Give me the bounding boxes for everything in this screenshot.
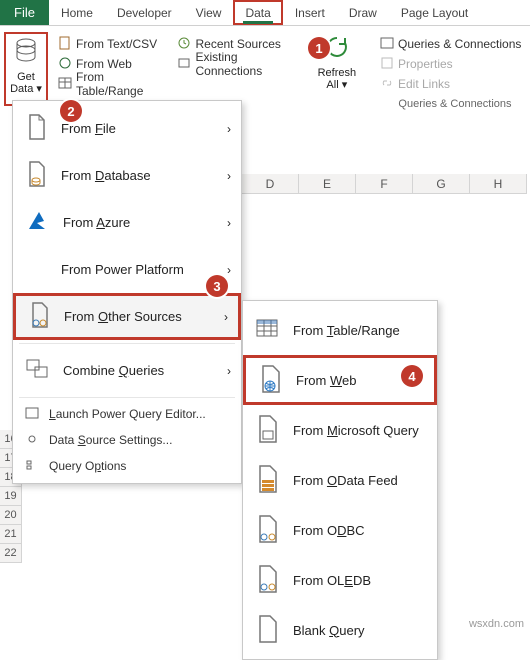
- recent-icon: [177, 36, 191, 53]
- tab-developer[interactable]: Developer: [105, 0, 184, 25]
- qc-group-caption: Queries & Connections: [380, 98, 530, 110]
- tab-view[interactable]: View: [184, 0, 234, 25]
- queries-icon: [380, 36, 394, 53]
- chevron-right-icon: ›: [227, 364, 231, 378]
- azure-icon: [25, 209, 51, 236]
- from-table-range-cmd[interactable]: From Table/Range: [58, 74, 167, 94]
- column-headers: D E F G H: [242, 174, 530, 194]
- chevron-right-icon: ›: [227, 169, 231, 183]
- step-badge-4: 4: [401, 365, 423, 387]
- properties-icon: [380, 56, 394, 73]
- submenu-oledb[interactable]: From OLEDB: [243, 555, 437, 605]
- row-header[interactable]: 22: [0, 544, 22, 563]
- step-badge-3: 3: [206, 275, 228, 297]
- col-header[interactable]: D: [242, 174, 299, 194]
- submenu-odbc[interactable]: From ODBC: [243, 505, 437, 555]
- database-icon: [14, 38, 38, 67]
- col-header[interactable]: F: [356, 174, 413, 194]
- chevron-down-icon: ▾: [36, 83, 42, 95]
- menu-from-database[interactable]: From Database ›: [13, 152, 241, 199]
- file-icon: [25, 113, 49, 144]
- chevron-right-icon: ›: [227, 263, 231, 277]
- menu-combine-queries[interactable]: Combine Queries ›: [13, 347, 241, 394]
- odata-icon: [255, 464, 281, 497]
- tab-home[interactable]: Home: [49, 0, 105, 25]
- chevron-down-icon: ▾: [342, 79, 348, 91]
- submenu-table-range[interactable]: From Table/Range: [243, 305, 437, 355]
- odbc-icon: [255, 514, 281, 547]
- blank-icon: [255, 614, 281, 647]
- edit-links-cmd: Edit Links: [380, 74, 530, 94]
- links-icon: [380, 76, 394, 93]
- row-header[interactable]: 21: [0, 525, 22, 544]
- menu-launch-pq-editor[interactable]: Launch Power Query Editor...: [13, 401, 241, 427]
- chevron-right-icon: ›: [224, 310, 228, 324]
- menu-from-file[interactable]: From File ›: [13, 105, 241, 152]
- connections-icon: [177, 56, 191, 73]
- tab-insert[interactable]: Insert: [283, 0, 337, 25]
- file-icon: [58, 36, 72, 53]
- tab-draw[interactable]: Draw: [337, 0, 389, 25]
- chevron-right-icon: ›: [227, 216, 231, 230]
- step-badge-1: 1: [308, 37, 330, 59]
- options-icon: [25, 458, 39, 475]
- row-header[interactable]: 20: [0, 506, 22, 525]
- web-icon: [258, 364, 284, 397]
- row-header[interactable]: 19: [0, 487, 22, 506]
- menu-from-azure[interactable]: From Azure ›: [13, 199, 241, 246]
- globe-icon: [58, 56, 72, 73]
- other-sources-submenu: From Table/Range From Web From Microsoft…: [242, 300, 438, 660]
- get-data-button[interactable]: GetData ▾: [4, 32, 48, 106]
- database-icon: [25, 160, 49, 191]
- col-header[interactable]: H: [470, 174, 527, 194]
- col-header[interactable]: E: [299, 174, 356, 194]
- col-header[interactable]: G: [413, 174, 470, 194]
- menu-data-source-settings[interactable]: Data Source Settings...: [13, 427, 241, 453]
- watermark: wsxdn.com: [469, 618, 524, 630]
- submenu-ms-query[interactable]: From Microsoft Query: [243, 405, 437, 455]
- submenu-odata[interactable]: From OData Feed: [243, 455, 437, 505]
- ribbon-tabs: File Home Developer View Data Insert Dra…: [0, 0, 530, 26]
- tab-file[interactable]: File: [0, 0, 49, 25]
- settings-icon: [25, 432, 39, 449]
- existing-connections-cmd[interactable]: Existing Connections: [177, 54, 299, 74]
- msquery-icon: [255, 414, 281, 447]
- other-sources-icon: [28, 301, 52, 332]
- step-badge-2: 2: [60, 100, 82, 122]
- combine-icon: [25, 357, 51, 384]
- oledb-icon: [255, 564, 281, 597]
- table-icon: [58, 76, 72, 93]
- from-text-csv-cmd[interactable]: From Text/CSV: [58, 34, 167, 54]
- tab-data[interactable]: Data: [233, 0, 282, 25]
- table-icon: [255, 317, 281, 344]
- submenu-blank-query[interactable]: Blank Query: [243, 605, 437, 655]
- menu-query-options[interactable]: Query Options: [13, 453, 241, 479]
- tab-pagelayout[interactable]: Page Layout: [389, 0, 480, 25]
- queries-connections-cmd[interactable]: Queries & Connections: [380, 34, 530, 54]
- properties-cmd: Properties: [380, 54, 530, 74]
- chevron-right-icon: ›: [227, 122, 231, 136]
- menu-from-other-sources[interactable]: From Other Sources ›: [13, 293, 241, 340]
- pq-editor-icon: [25, 406, 39, 423]
